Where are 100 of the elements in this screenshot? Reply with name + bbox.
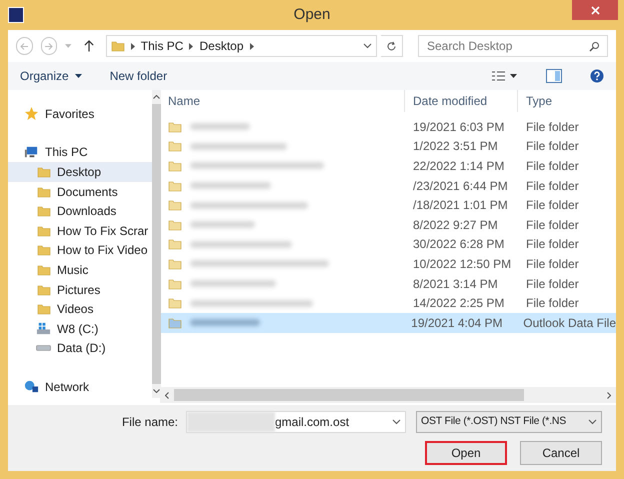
refresh-icon: [386, 40, 397, 52]
search-field[interactable]: Search Desktop: [418, 35, 608, 57]
horizontal-scrollbar[interactable]: [160, 387, 616, 403]
folder-icon: [168, 256, 182, 271]
caret-icon: [74, 74, 82, 78]
file-row[interactable]: 30/2022 6:28 PM File folder: [160, 234, 616, 254]
file-row[interactable]: 1/2022 3:51 PM File folder: [160, 136, 616, 156]
preview-pane-icon[interactable]: [546, 69, 562, 83]
scroll-up-icon[interactable]: [153, 95, 160, 99]
forward-arrow-icon: [44, 42, 54, 50]
dropdown-caret-icon: [392, 419, 401, 425]
close-button[interactable]: [572, 0, 618, 20]
file-row[interactable]: 22/2022 1:14 PM File folder: [160, 156, 616, 176]
nav-item[interactable]: Network: [8, 377, 152, 397]
nav-item[interactable]: Pictures: [8, 280, 152, 300]
scroll-down-icon[interactable]: [153, 389, 160, 393]
scroll-thumb[interactable]: [174, 389, 524, 401]
date-cell-text: 30/2022 6:28 PM: [412, 236, 506, 254]
type-cell-text: File folder: [525, 138, 580, 156]
dialog-button[interactable]: Open: [425, 441, 507, 465]
column-header[interactable]: Type: [518, 90, 616, 112]
search-icon: [589, 40, 600, 52]
dropdown-caret-icon[interactable]: [362, 43, 372, 49]
file-row[interactable]: 19/2021 6:03 PM File folder: [160, 117, 616, 137]
file-name-field[interactable]: gmail.com.ost: [186, 411, 406, 433]
file-row[interactable]: 14/2022 2:25 PM File folder: [160, 293, 616, 313]
file-row[interactable]: /18/2021 1:01 PM File folder: [160, 195, 616, 215]
folder-icon: [168, 276, 182, 291]
column-header[interactable]: Date modified: [405, 90, 518, 112]
scroll-right-icon[interactable]: [607, 392, 611, 398]
drive-icon: [36, 345, 51, 352]
folder-icon: [36, 224, 50, 238]
date-cell-text: 22/2022 1:14 PM: [412, 158, 506, 175]
nav-item[interactable]: This PC: [8, 142, 152, 162]
folder-icon: [36, 282, 50, 297]
network-icon: [24, 379, 39, 394]
nav-item[interactable]: Data (D:): [8, 338, 152, 358]
type-cell-text: File folder: [525, 256, 580, 273]
nav-item[interactable]: How to Fix Video: [8, 240, 152, 260]
file-name-label: File name:: [122, 414, 178, 431]
folder-icon: [168, 218, 182, 232]
up-arrow-icon[interactable]: [84, 40, 94, 52]
nav-item[interactable]: Music: [8, 260, 152, 280]
folder-icon: [36, 302, 50, 316]
breadcrumb[interactable]: Desktop: [199, 37, 244, 55]
date-cell-text: 19/2021 4:04 PM: [410, 314, 504, 332]
nav-item[interactable]: Downloads: [8, 201, 152, 221]
file-row[interactable]: /23/2021 6:44 PM File folder: [160, 176, 616, 196]
close-icon: [590, 6, 600, 14]
dropdown-caret-icon: [588, 419, 597, 425]
nav-item[interactable]: Videos: [8, 299, 152, 319]
folder-icon: [168, 158, 182, 173]
new-folder-button[interactable]: New folder: [110, 67, 168, 85]
dialog-button[interactable]: Cancel: [520, 441, 602, 465]
breadcrumb[interactable]: This PC: [140, 37, 184, 55]
dropdown-caret-icon: [65, 44, 72, 48]
folder-icon: [36, 204, 50, 218]
scroll-left-icon[interactable]: [165, 392, 169, 398]
nav-item[interactable]: Documents: [8, 182, 152, 202]
nav-item[interactable]: How To Fix Scrar: [8, 220, 152, 241]
type-cell-text: File folder: [525, 236, 580, 254]
type-cell-text: File folder: [525, 197, 580, 214]
date-cell-text: 8/2022 9:27 PM: [412, 216, 499, 234]
date-cell-text: 10/2022 12:50 PM: [412, 256, 512, 273]
chevron-icon: [189, 42, 194, 50]
column-header[interactable]: Name: [160, 90, 405, 112]
refresh-button[interactable]: [380, 35, 403, 57]
folder-icon: [168, 237, 182, 252]
type-cell-text: File folder: [525, 158, 580, 175]
blurred-name: [190, 221, 255, 228]
type-cell-text: Outlook Data File: [522, 314, 616, 332]
address-bar[interactable]: This PC Desktop: [106, 35, 377, 57]
folder-icon: [168, 198, 182, 212]
folder-icon: [110, 39, 125, 53]
file-row[interactable]: 19/2021 4:04 PM Outlook Data File: [160, 312, 616, 333]
date-cell-text: 14/2022 2:25 PM: [412, 295, 506, 312]
nav-item[interactable]: Desktop: [8, 162, 152, 182]
star-icon: [24, 106, 39, 122]
folder-icon: [36, 184, 50, 199]
help-icon[interactable]: [590, 69, 604, 83]
blurred-name: [190, 123, 250, 130]
view-options-icon[interactable]: [492, 71, 518, 81]
folder-icon: [168, 178, 182, 193]
file-row[interactable]: 8/2021 3:14 PM File folder: [160, 274, 616, 294]
folder-icon: [36, 164, 50, 179]
type-cell-text: File folder: [525, 216, 580, 234]
chevron-icon: [130, 42, 135, 50]
nav-item[interactable]: Favorites: [8, 104, 152, 124]
nav-item[interactable]: W8 (C:): [8, 318, 152, 339]
folder-icon: [168, 139, 182, 154]
file-type-dropdown[interactable]: OST File (*.OST) NST File (*.NS: [416, 411, 602, 433]
file-row[interactable]: 8/2022 9:27 PM File folder: [160, 214, 616, 235]
organize-menu[interactable]: Organize: [20, 67, 82, 85]
folder-icon: [168, 296, 182, 310]
folder-icon: [36, 262, 50, 277]
date-cell-text: /18/2021 1:01 PM: [412, 197, 509, 214]
type-cell-text: File folder: [525, 276, 580, 293]
file-row[interactable]: 10/2022 12:50 PM File folder: [160, 254, 616, 274]
date-cell-text: 19/2021 6:03 PM: [412, 118, 506, 136]
date-cell-text: 8/2021 3:14 PM: [412, 276, 499, 293]
